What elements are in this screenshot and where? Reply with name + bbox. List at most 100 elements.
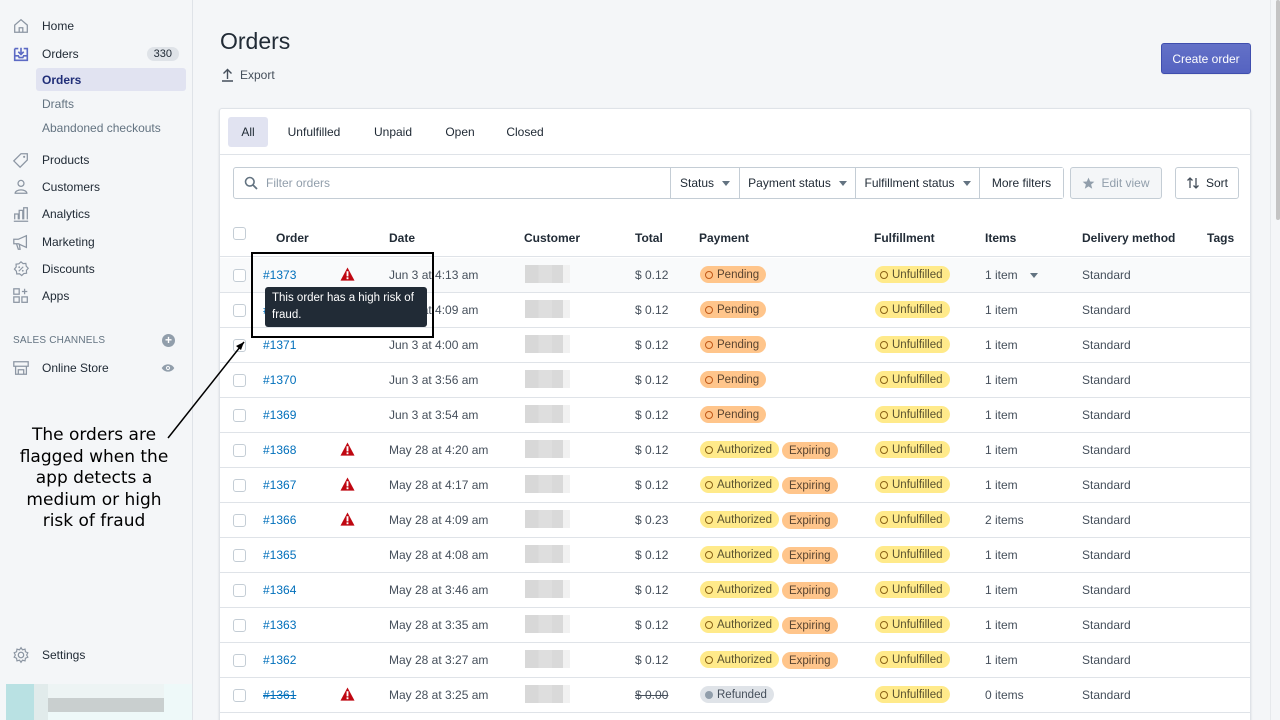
sidebar-subitem-abandoned-checkouts[interactable]: Abandoned checkouts [36, 116, 186, 139]
tab-unfulfilled[interactable]: Unfulfilled [280, 117, 348, 147]
export-button[interactable]: Export [221, 68, 275, 82]
order-number-link[interactable]: #1369 [263, 408, 296, 422]
sidebar-item-analytics[interactable]: Analytics [0, 202, 193, 226]
add-sales-channel-icon[interactable]: + [162, 334, 175, 347]
sidebar-item-products[interactable]: Products [0, 148, 193, 172]
row-checkbox[interactable] [233, 514, 246, 527]
fraud-risk-warning-icon[interactable] [340, 477, 355, 491]
table-row[interactable]: #1362 May 28 at 3:27 am $ 0.12 Authorized Ex… [220, 643, 1250, 678]
tab-all[interactable]: All [228, 117, 268, 147]
table-row[interactable]: #1367 May 28 at 4:17 am $ 0.12 Authorized Ex… [220, 468, 1250, 503]
tab-unpaid[interactable]: Unpaid [366, 117, 420, 147]
order-total: $ 0.12 [635, 653, 669, 667]
order-total: $ 0.12 [635, 618, 669, 632]
order-number-link[interactable]: #1370 [263, 373, 296, 387]
select-all-checkbox[interactable] [233, 227, 246, 240]
page-scrollbar-thumb[interactable] [1276, 0, 1280, 220]
row-checkbox[interactable] [233, 409, 246, 422]
fulfillment-status-label: Unfulfilled [892, 303, 943, 316]
create-order-button[interactable]: Create order [1161, 43, 1251, 74]
edit-view-button[interactable]: Edit view [1070, 167, 1162, 199]
order-number-link[interactable]: #1365 [263, 548, 296, 562]
search-field[interactable] [234, 168, 671, 198]
delivery-method: Standard [1082, 338, 1131, 352]
row-checkbox[interactable] [233, 269, 246, 282]
table-row[interactable]: #1364 May 28 at 3:46 am $ 0.12 Authorized Ex… [220, 573, 1250, 608]
row-checkbox[interactable] [233, 479, 246, 492]
order-number-link[interactable]: #1363 [263, 618, 296, 632]
column-header-customer[interactable]: Customer [524, 231, 580, 245]
sidebar-item-customers[interactable]: Customers [0, 175, 193, 199]
row-checkbox[interactable] [233, 444, 246, 457]
order-date: May 28 at 3:25 am [389, 688, 489, 702]
order-number-link[interactable]: #1366 [263, 513, 296, 527]
status-filter-button[interactable]: Status [671, 168, 740, 198]
row-checkbox[interactable] [233, 689, 246, 702]
fraud-risk-warning-icon[interactable] [340, 512, 355, 526]
order-number-link[interactable]: #1371 [263, 338, 296, 352]
payment-status-badge: Authorized [700, 581, 779, 598]
table-row[interactable]: #1370 Jun 3 at 3:56 am $ 0.12 Pending Unfulf… [220, 363, 1250, 398]
sidebar-item-settings[interactable]: Settings [0, 643, 193, 667]
edit-view-label: Edit view [1101, 176, 1150, 190]
order-number-link[interactable]: #1361 [263, 688, 296, 702]
table-row[interactable]: #1368 May 28 at 4:20 am $ 0.12 Authorized Ex… [220, 433, 1250, 468]
sidebar-subitem-drafts[interactable]: Drafts [36, 92, 186, 115]
delivery-method: Standard [1082, 583, 1131, 597]
order-number-link[interactable]: #1373 [263, 268, 296, 282]
more-filters-button[interactable]: More filters [980, 168, 1063, 198]
table-row[interactable]: #1363 May 28 at 3:35 am $ 0.12 Authorized Ex… [220, 608, 1250, 643]
payment-status-label: Pending [717, 373, 760, 386]
row-checkbox[interactable] [233, 304, 246, 317]
tab-open[interactable]: Open [436, 117, 484, 147]
column-header-delivery-method[interactable]: Delivery method [1082, 231, 1175, 245]
row-checkbox[interactable] [233, 619, 246, 632]
row-checkbox[interactable] [233, 584, 246, 597]
expiring-badge: Expiring [781, 547, 838, 564]
sidebar-item-discounts[interactable]: Discounts [0, 257, 193, 281]
sidebar-item-marketing[interactable]: Marketing [0, 230, 193, 254]
row-checkbox[interactable] [233, 654, 246, 667]
column-header-tags[interactable]: Tags [1207, 231, 1234, 245]
row-checkbox[interactable] [233, 374, 246, 387]
fraud-risk-warning-icon[interactable] [340, 267, 355, 281]
fulfillment-status-badge: Unfulfilled [875, 441, 950, 458]
table-row[interactable]: #1366 May 28 at 4:09 am $ 0.23 Authorized Ex… [220, 503, 1250, 538]
tab-closed[interactable]: Closed [500, 117, 550, 147]
column-header-total[interactable]: Total [635, 231, 663, 245]
order-number-link[interactable]: #1362 [263, 653, 296, 667]
table-row[interactable]: #1365 May 28 at 4:08 am $ 0.12 Authorized Ex… [220, 538, 1250, 573]
sidebar-item-apps[interactable]: Apps [0, 284, 193, 308]
eye-icon[interactable] [161, 361, 175, 375]
fulfillment-status-filter-button[interactable]: Fulfillment status [856, 168, 980, 198]
user-account-redacted[interactable] [6, 684, 192, 720]
sidebar-item-home[interactable]: Home [0, 14, 193, 38]
customer-name-redacted [525, 475, 570, 493]
table-row[interactable]: #1361 May 28 at 3:25 am $ 0.00 Refunded Unfu… [220, 678, 1250, 713]
sidebar-subitem-orders[interactable]: Orders [36, 68, 186, 91]
order-number-link[interactable]: #1367 [263, 478, 296, 492]
items-cell: 1 item [985, 478, 1018, 492]
items-cell[interactable]: 1 item [985, 268, 1038, 282]
order-number-link[interactable]: #1368 [263, 443, 296, 457]
filter-orders-input[interactable] [266, 176, 646, 190]
row-checkbox[interactable] [233, 549, 246, 562]
fraud-risk-warning-icon[interactable] [340, 442, 355, 456]
delivery-method: Standard [1082, 548, 1131, 562]
table-row[interactable]: #1369 Jun 3 at 3:54 am $ 0.12 Pending Unfulf… [220, 398, 1250, 433]
fraud-risk-warning-icon[interactable] [340, 687, 355, 701]
column-header-fulfillment[interactable]: Fulfillment [874, 231, 935, 245]
column-header-payment[interactable]: Payment [699, 231, 749, 245]
column-header-order[interactable]: Order [276, 231, 309, 245]
sidebar-item-orders[interactable]: Orders 330 [0, 42, 193, 66]
order-number-link[interactable]: #1364 [263, 583, 296, 597]
chevron-down-icon[interactable] [1029, 273, 1038, 279]
column-header-items[interactable]: Items [985, 231, 1016, 245]
table-row[interactable]: #1371 Jun 3 at 4:00 am $ 0.12 Pending Unfulf… [220, 328, 1250, 363]
column-header-date[interactable]: Date [389, 231, 415, 245]
payment-status-filter-button[interactable]: Payment status [740, 168, 856, 198]
row-checkbox[interactable] [233, 339, 246, 352]
order-total: $ 0.12 [635, 268, 669, 282]
delivery-method: Standard [1082, 513, 1131, 527]
sort-button[interactable]: Sort [1175, 167, 1239, 199]
